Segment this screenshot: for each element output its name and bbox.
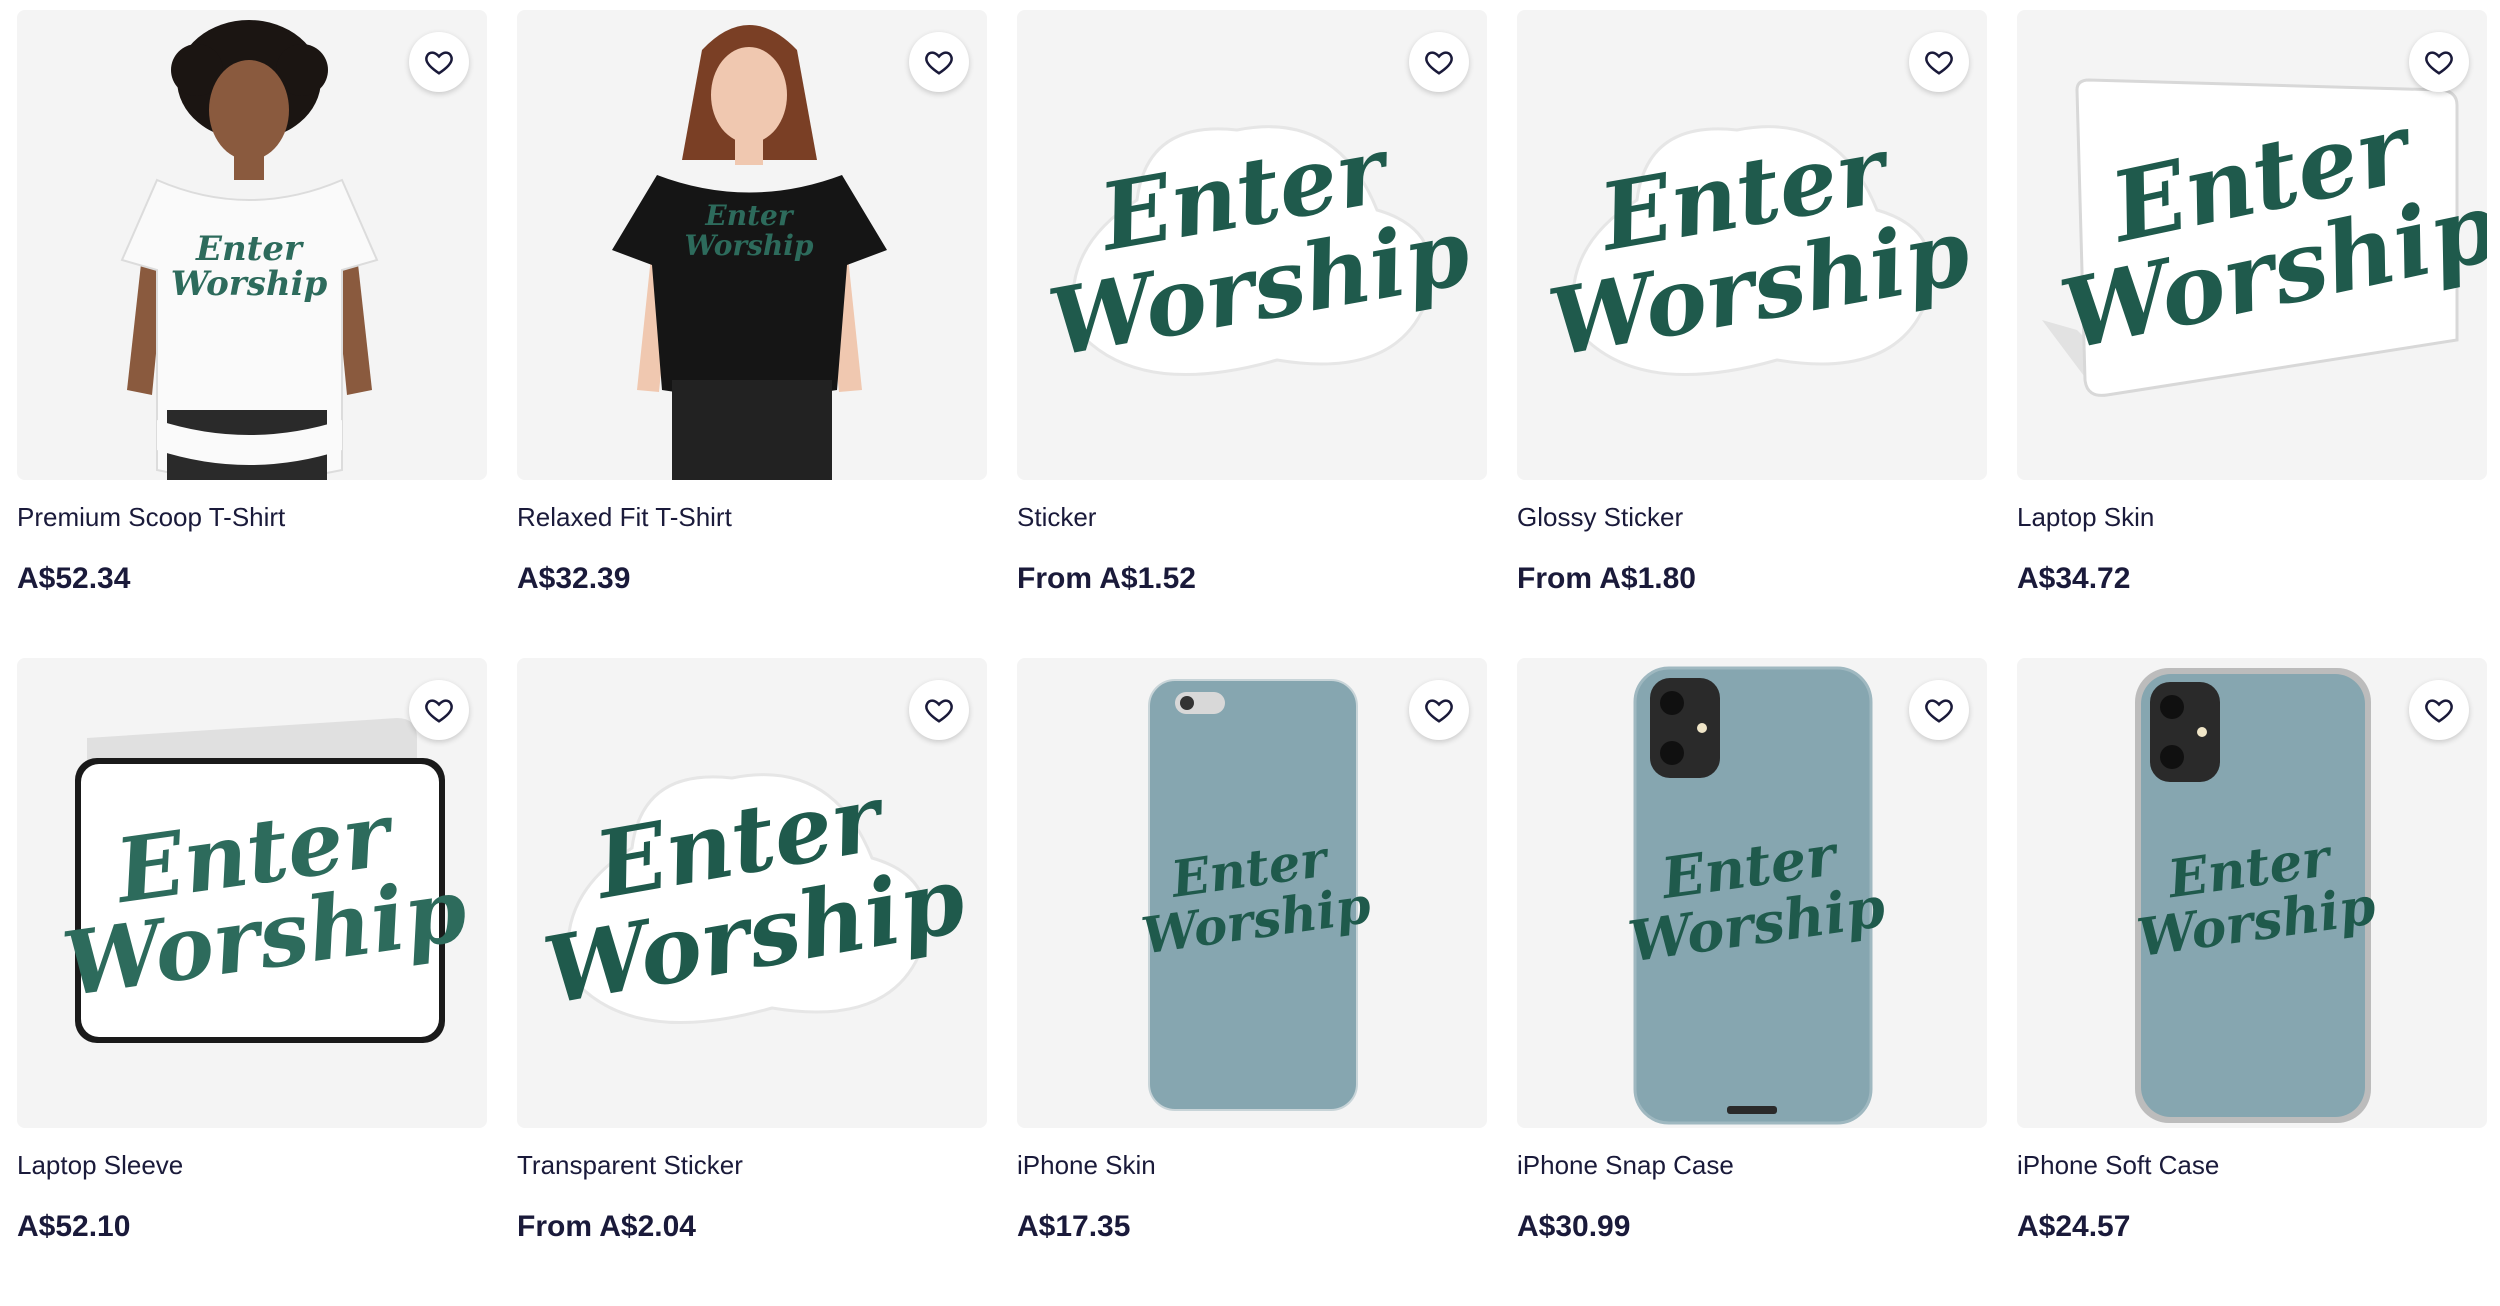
product-title[interactable]: Transparent Sticker — [517, 1150, 743, 1181]
heart-icon — [2425, 51, 2453, 75]
heart-icon — [425, 699, 453, 723]
favorite-button[interactable] — [909, 680, 969, 740]
product-card[interactable]: Enter Worship Premium Scoop T-Shirt A$52… — [17, 10, 487, 658]
product-card[interactable]: Enter Worship iPhone Snap Case A$30.99 — [1517, 658, 1987, 1306]
product-image[interactable]: Enter Worship — [1517, 10, 1987, 480]
product-title[interactable]: iPhone Snap Case — [1517, 1150, 1734, 1181]
product-title[interactable]: Premium Scoop T-Shirt — [17, 502, 285, 533]
product-price: From A$1.80 — [1517, 562, 1696, 595]
favorite-button[interactable] — [1909, 32, 1969, 92]
product-title[interactable]: Glossy Sticker — [1517, 502, 1683, 533]
product-card[interactable]: Enter Worship Relaxed Fit T-Shirt A$32.3… — [517, 10, 987, 658]
svg-text:Enter: Enter — [195, 229, 304, 269]
product-price: A$52.34 — [17, 562, 131, 595]
product-card[interactable]: Enter Worship Transparent Sticker From A… — [517, 658, 987, 1306]
favorite-button[interactable] — [2409, 680, 2469, 740]
product-image[interactable]: Enter Worship — [17, 10, 487, 480]
product-card[interactable]: Enter Worship Laptop Skin A$34.72 — [2017, 10, 2487, 658]
product-price: From A$2.04 — [517, 1210, 696, 1243]
favorite-button[interactable] — [409, 32, 469, 92]
product-title[interactable]: iPhone Soft Case — [2017, 1150, 2219, 1181]
product-price: A$34.72 — [2017, 562, 2131, 595]
product-grid: Enter Worship Premium Scoop T-Shirt A$52… — [17, 10, 2487, 1306]
product-price: A$52.10 — [17, 1210, 131, 1243]
product-price: From A$1.52 — [1017, 562, 1196, 595]
product-image[interactable]: Enter Worship — [517, 658, 987, 1128]
heart-icon — [925, 699, 953, 723]
favorite-button[interactable] — [909, 32, 969, 92]
heart-icon — [1925, 51, 1953, 75]
favorite-button[interactable] — [1409, 680, 1469, 740]
product-image[interactable]: Enter Worship — [2017, 658, 2487, 1128]
product-card[interactable]: Enter Worship Glossy Sticker From A$1.80 — [1517, 10, 1987, 658]
heart-icon — [1925, 699, 1953, 723]
product-image[interactable]: Enter Worship — [1517, 658, 1987, 1128]
product-card[interactable]: Enter Worship iPhone Soft Case A$24.57 — [2017, 658, 2487, 1306]
product-title[interactable]: Relaxed Fit T-Shirt — [517, 502, 732, 533]
product-card[interactable]: Enter Worship iPhone Skin A$17.35 — [1017, 658, 1487, 1306]
product-price: A$24.57 — [2017, 1210, 2131, 1243]
favorite-button[interactable] — [2409, 32, 2469, 92]
favorite-button[interactable] — [409, 680, 469, 740]
favorite-button[interactable] — [1909, 680, 1969, 740]
heart-icon — [2425, 699, 2453, 723]
svg-text:Enter: Enter — [704, 199, 794, 232]
heart-icon — [1425, 51, 1453, 75]
product-image[interactable]: Enter Worship — [517, 10, 987, 480]
product-card[interactable]: Enter Worship Sticker From A$1.52 — [1017, 10, 1487, 658]
svg-text:Worship: Worship — [685, 229, 814, 262]
product-price: A$32.39 — [517, 562, 631, 595]
product-title[interactable]: iPhone Skin — [1017, 1150, 1156, 1181]
product-card[interactable]: Enter Worship Laptop Sleeve A$52.10 — [17, 658, 487, 1306]
heart-icon — [925, 51, 953, 75]
svg-text:Worship: Worship — [171, 264, 328, 304]
product-title[interactable]: Laptop Skin — [2017, 502, 2154, 533]
product-image[interactable]: Enter Worship — [17, 658, 487, 1128]
product-image[interactable]: Enter Worship — [1017, 658, 1487, 1128]
favorite-button[interactable] — [1409, 32, 1469, 92]
heart-icon — [425, 51, 453, 75]
product-image[interactable]: Enter Worship — [2017, 10, 2487, 480]
product-title[interactable]: Laptop Sleeve — [17, 1150, 183, 1181]
product-price: A$17.35 — [1017, 1210, 1131, 1243]
product-price: A$30.99 — [1517, 1210, 1631, 1243]
product-image[interactable]: Enter Worship — [1017, 10, 1487, 480]
heart-icon — [1425, 699, 1453, 723]
product-title[interactable]: Sticker — [1017, 502, 1096, 533]
